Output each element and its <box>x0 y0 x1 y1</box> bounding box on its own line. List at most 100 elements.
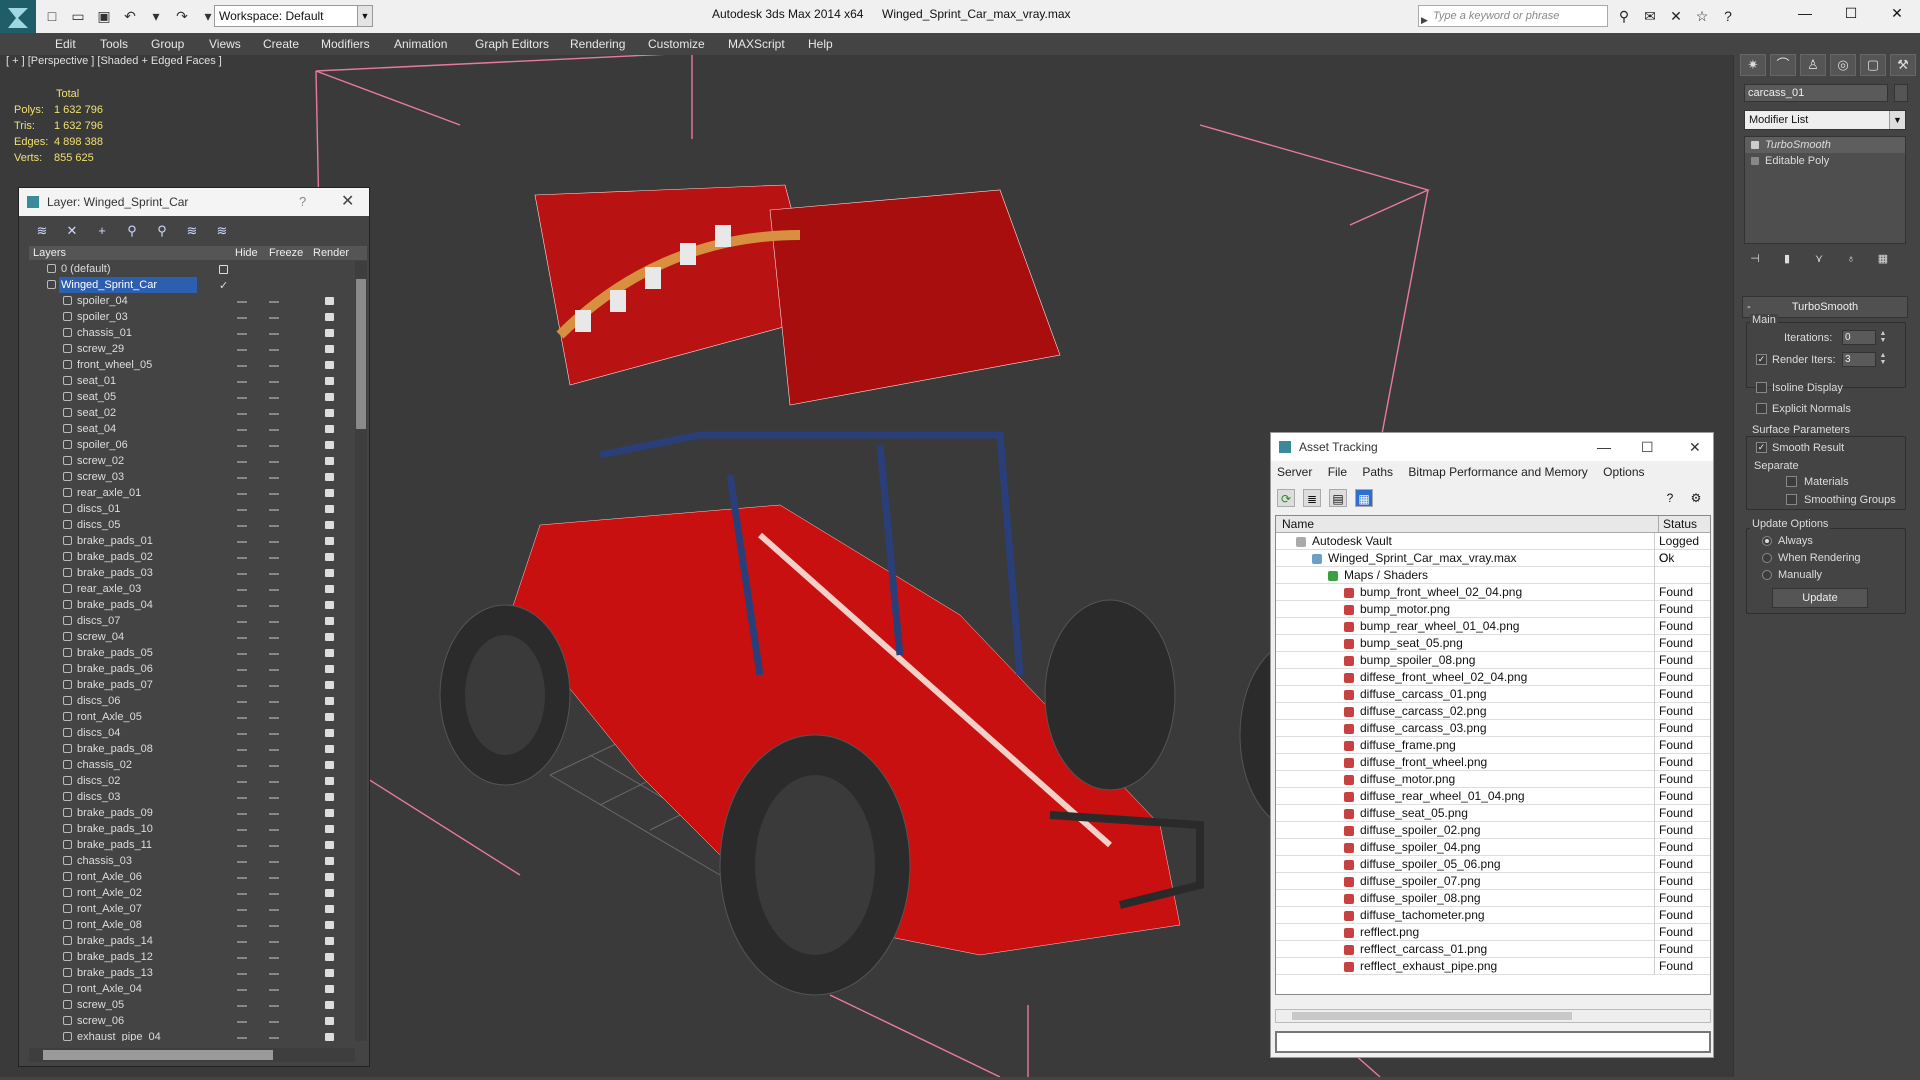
freeze-toggle[interactable] <box>269 957 279 959</box>
freeze-toggle[interactable] <box>269 845 279 847</box>
freeze-toggle[interactable] <box>269 749 279 751</box>
layer-row[interactable]: front_wheel_05 <box>29 357 354 373</box>
binoculars-icon[interactable]: ⚲ <box>1614 6 1634 26</box>
hide-toggle[interactable] <box>237 589 247 591</box>
render-teapot-icon[interactable] <box>325 825 334 833</box>
asset-row-map[interactable]: bump_spoiler_08.png Found <box>1276 652 1710 669</box>
hide-toggle[interactable] <box>237 333 247 335</box>
render-teapot-icon[interactable] <box>325 649 334 657</box>
hide-toggle[interactable] <box>237 397 247 399</box>
hide-toggle[interactable] <box>237 317 247 319</box>
iterations-spinner[interactable]: 0 <box>1842 330 1876 345</box>
freeze-toggle[interactable] <box>269 621 279 623</box>
modify-tab-icon[interactable]: ⌒ <box>1770 54 1796 76</box>
render-teapot-icon[interactable] <box>325 1017 334 1025</box>
asset-row-map[interactable]: diffuse_front_wheel.png Found <box>1276 754 1710 771</box>
stack-item-editable-poly[interactable]: Editable Poly <box>1745 153 1905 169</box>
layer-row[interactable]: brake_pads_08 <box>29 741 354 757</box>
hide-toggle[interactable] <box>237 573 247 575</box>
list-view-icon[interactable]: ≣ <box>1303 489 1321 507</box>
render-teapot-icon[interactable] <box>325 457 334 465</box>
hide-toggle[interactable] <box>237 733 247 735</box>
render-teapot-icon[interactable] <box>325 345 334 353</box>
freeze-toggle[interactable] <box>269 941 279 943</box>
asset-row-map[interactable]: diffuse_rear_wheel_01_04.png Found <box>1276 788 1710 805</box>
freeze-toggle[interactable] <box>269 557 279 559</box>
freeze-toggle[interactable] <box>269 493 279 495</box>
render-teapot-icon[interactable] <box>325 713 334 721</box>
layer-row[interactable]: brake_pads_01 <box>29 533 354 549</box>
layer-row[interactable]: spoiler_04 <box>29 293 354 309</box>
freeze-toggle[interactable] <box>269 477 279 479</box>
hide-toggle[interactable] <box>237 557 247 559</box>
layer-row[interactable]: screw_03 <box>29 469 354 485</box>
hide-toggle[interactable] <box>237 973 247 975</box>
hide-toggle[interactable] <box>237 829 247 831</box>
configure-sets-icon[interactable]: ▦ <box>1872 250 1894 268</box>
delete-layer-icon[interactable]: ✕ <box>63 222 81 240</box>
close-icon[interactable]: ✕ <box>1689 433 1701 461</box>
highlight-selected-icon[interactable]: ⚲ <box>153 222 171 240</box>
layer-row[interactable]: ront_Axle_02 <box>29 885 354 901</box>
help-icon[interactable]: ? <box>299 188 306 216</box>
hide-toggle[interactable] <box>237 845 247 847</box>
hide-toggle[interactable] <box>237 989 247 991</box>
freeze-toggle[interactable] <box>269 717 279 719</box>
render-teapot-icon[interactable] <box>325 697 334 705</box>
freeze-toggle[interactable] <box>269 701 279 703</box>
layer-row[interactable]: brake_pads_05 <box>29 645 354 661</box>
minimize-icon[interactable]: — <box>1782 0 1828 26</box>
layer-row[interactable]: screw_05 <box>29 997 354 1013</box>
menu-modifiers[interactable]: Modifiers <box>321 33 370 55</box>
render-teapot-icon[interactable] <box>325 905 334 913</box>
layer-row-default[interactable]: 0 (default) <box>29 261 354 277</box>
checkbox-icon[interactable] <box>219 265 228 274</box>
asset-row-vault[interactable]: Autodesk Vault Logged O <box>1276 533 1710 565</box>
freeze-toggle[interactable] <box>269 445 279 447</box>
col-freeze[interactable]: Freeze <box>269 246 303 260</box>
create-tab-icon[interactable]: ✷ <box>1740 54 1766 76</box>
asset-window-titlebar[interactable]: Asset Tracking — ☐ ✕ <box>1271 433 1713 461</box>
layer-row[interactable]: spoiler_03 <box>29 309 354 325</box>
render-teapot-icon[interactable] <box>325 425 334 433</box>
render-iters-spinner[interactable]: 3 <box>1842 352 1876 367</box>
freeze-toggle[interactable] <box>269 429 279 431</box>
chevron-down-icon[interactable]: ▼ <box>357 5 373 27</box>
communication-icon[interactable]: ✉ <box>1640 6 1660 26</box>
select-objects-icon[interactable]: ⚲ <box>123 222 141 240</box>
freeze-toggle[interactable] <box>269 813 279 815</box>
layer-row[interactable]: screw_04 <box>29 629 354 645</box>
layer-row[interactable]: rear_axle_03 <box>29 581 354 597</box>
layer-row[interactable]: discs_04 <box>29 725 354 741</box>
maximize-icon[interactable]: ☐ <box>1641 433 1654 461</box>
freeze-toggle[interactable] <box>269 509 279 511</box>
freeze-toggle[interactable] <box>269 301 279 303</box>
render-teapot-icon[interactable] <box>325 393 334 401</box>
detail-view-icon[interactable]: ▤ <box>1329 489 1347 507</box>
asset-row-map[interactable]: bump_motor.png Found <box>1276 601 1710 618</box>
hide-toggle[interactable] <box>237 925 247 927</box>
materials-checkbox[interactable] <box>1786 476 1797 487</box>
render-teapot-icon[interactable] <box>325 313 334 321</box>
asset-row-map[interactable]: diffuse_spoiler_08.png Found <box>1276 890 1710 907</box>
asset-row-map[interactable]: diffuse_spoiler_02.png Found <box>1276 822 1710 839</box>
menu-rendering[interactable]: Rendering <box>570 33 625 55</box>
utilities-tab-icon[interactable]: ⚒ <box>1890 54 1916 76</box>
asset-row-map[interactable]: diffuse_carcass_02.png Found <box>1276 703 1710 720</box>
hide-toggle[interactable] <box>237 621 247 623</box>
stack-item-turbosmooth[interactable]: TurboSmooth <box>1745 137 1905 153</box>
freeze-toggle[interactable] <box>269 381 279 383</box>
freeze-toggle[interactable] <box>269 669 279 671</box>
freeze-toggle[interactable] <box>269 605 279 607</box>
asset-row-map[interactable]: refflect_exhaust_pipe.png Found <box>1276 958 1710 975</box>
explicit-normals-checkbox[interactable] <box>1756 403 1767 414</box>
layer-row[interactable]: brake_pads_06 <box>29 661 354 677</box>
asset-row-map[interactable]: diffuse_frame.png Found <box>1276 737 1710 754</box>
render-teapot-icon[interactable] <box>325 873 334 881</box>
render-teapot-icon[interactable] <box>325 633 334 641</box>
hide-toggle[interactable] <box>237 493 247 495</box>
asset-row-map[interactable]: diffuse_carcass_03.png Found <box>1276 720 1710 737</box>
help-icon[interactable]: ? <box>1661 489 1679 507</box>
when-rendering-radio[interactable] <box>1762 553 1772 563</box>
asset-menu-file[interactable]: File <box>1328 465 1347 479</box>
